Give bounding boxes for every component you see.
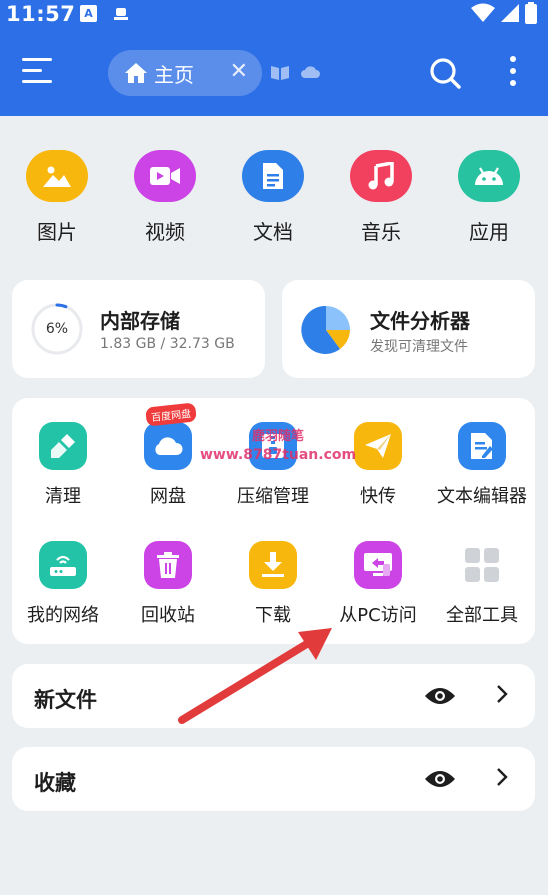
tab-home[interactable]: 主页 ✕: [108, 50, 262, 96]
section-title: 新文件: [34, 688, 97, 712]
router-icon: [39, 541, 87, 589]
category-label: 应用: [469, 220, 509, 244]
download-icon: [249, 541, 297, 589]
document-icon: [242, 150, 304, 202]
book-tab-icon[interactable]: [270, 64, 290, 82]
tool-label: 全部工具: [446, 605, 518, 626]
category-label: 图片: [37, 220, 77, 244]
tool-label: 压缩管理: [237, 486, 309, 507]
tool-label: 从PC访问: [339, 605, 417, 626]
tool-label: 快传: [360, 486, 396, 507]
tool-label: 文本编辑器: [437, 486, 527, 507]
category-music[interactable]: 音乐: [341, 150, 421, 245]
analyzer-subtitle: 发现可清理文件: [370, 339, 468, 355]
storage-usage-ring: 6%: [30, 302, 84, 356]
storage-usage: 1.83 GB / 32.73 GB: [100, 336, 235, 352]
cloud-icon: [144, 422, 192, 470]
notification-icon: [114, 8, 128, 20]
annotation-arrow: [178, 628, 332, 724]
cloud-tab-icon[interactable]: [300, 64, 320, 80]
signal-icon: [501, 4, 519, 22]
category-label: 视频: [145, 220, 185, 244]
category-images[interactable]: 图片: [17, 150, 97, 245]
file-analyzer-card[interactable]: 文件分析器 发现可清理文件: [282, 280, 535, 378]
tool-all-tools[interactable]: 全部工具: [429, 541, 535, 627]
tool-label: 我的网络: [27, 605, 99, 626]
tool-pc-access[interactable]: 从PC访问: [325, 541, 431, 627]
tool-recycle-bin[interactable]: 回收站: [115, 541, 221, 627]
chevron-right-icon[interactable]: [496, 684, 508, 704]
eye-icon[interactable]: [424, 769, 456, 789]
tool-text-editor[interactable]: 文本编辑器: [429, 422, 535, 508]
tool-download[interactable]: 下载: [220, 541, 326, 627]
music-icon: [350, 150, 412, 202]
eye-icon[interactable]: [424, 686, 456, 706]
app-bar: 11:57 A 主页 ✕: [0, 0, 548, 116]
menu-icon: [22, 58, 52, 61]
category-label: 文档: [253, 220, 293, 244]
category-documents[interactable]: 文档: [233, 150, 313, 245]
tool-clean[interactable]: 清理: [10, 422, 116, 508]
search-icon[interactable]: [428, 56, 462, 90]
category-videos[interactable]: 视频: [125, 150, 205, 245]
image-icon: [26, 150, 88, 202]
a-app-icon: A: [80, 5, 97, 22]
tool-label: 清理: [45, 486, 81, 507]
category-label: 音乐: [361, 220, 401, 244]
section-title: 收藏: [34, 771, 76, 795]
text-editor-icon: [458, 422, 506, 470]
paper-plane-icon: [354, 422, 402, 470]
tab-home-label: 主页: [154, 62, 194, 87]
tool-label: 网盘: [150, 486, 186, 507]
tool-my-network[interactable]: 我的网络: [10, 541, 116, 627]
wifi-icon: [471, 3, 495, 22]
android-icon: [458, 150, 520, 202]
trash-icon: [144, 541, 192, 589]
broom-icon: [39, 422, 87, 470]
pie-chart-icon: [301, 305, 350, 354]
storage-percent: 6%: [45, 321, 69, 337]
home-icon: [125, 63, 147, 83]
storage-title: 内部存储: [100, 309, 180, 333]
section-favorites[interactable]: 收藏: [12, 747, 535, 811]
more-icon[interactable]: [506, 56, 520, 90]
grid-icon: [458, 541, 506, 589]
watermark-url: www.8787tuan.com: [200, 447, 357, 463]
menu-button[interactable]: [22, 58, 54, 86]
watermark-title: 鹿羽随笔: [252, 429, 305, 444]
battery-icon: [525, 2, 537, 24]
close-tab-icon[interactable]: ✕: [230, 59, 248, 84]
status-time: 11:57: [6, 2, 76, 26]
chevron-right-icon[interactable]: [496, 767, 508, 787]
video-icon: [134, 150, 196, 202]
watermark: 鹿羽随笔 www.8787tuan.com: [200, 428, 356, 464]
internal-storage-card[interactable]: 6% 内部存储 1.83 GB / 32.73 GB: [12, 280, 265, 378]
analyzer-title: 文件分析器: [370, 309, 470, 333]
category-apps[interactable]: 应用: [449, 150, 529, 245]
pc-access-icon: [354, 541, 402, 589]
